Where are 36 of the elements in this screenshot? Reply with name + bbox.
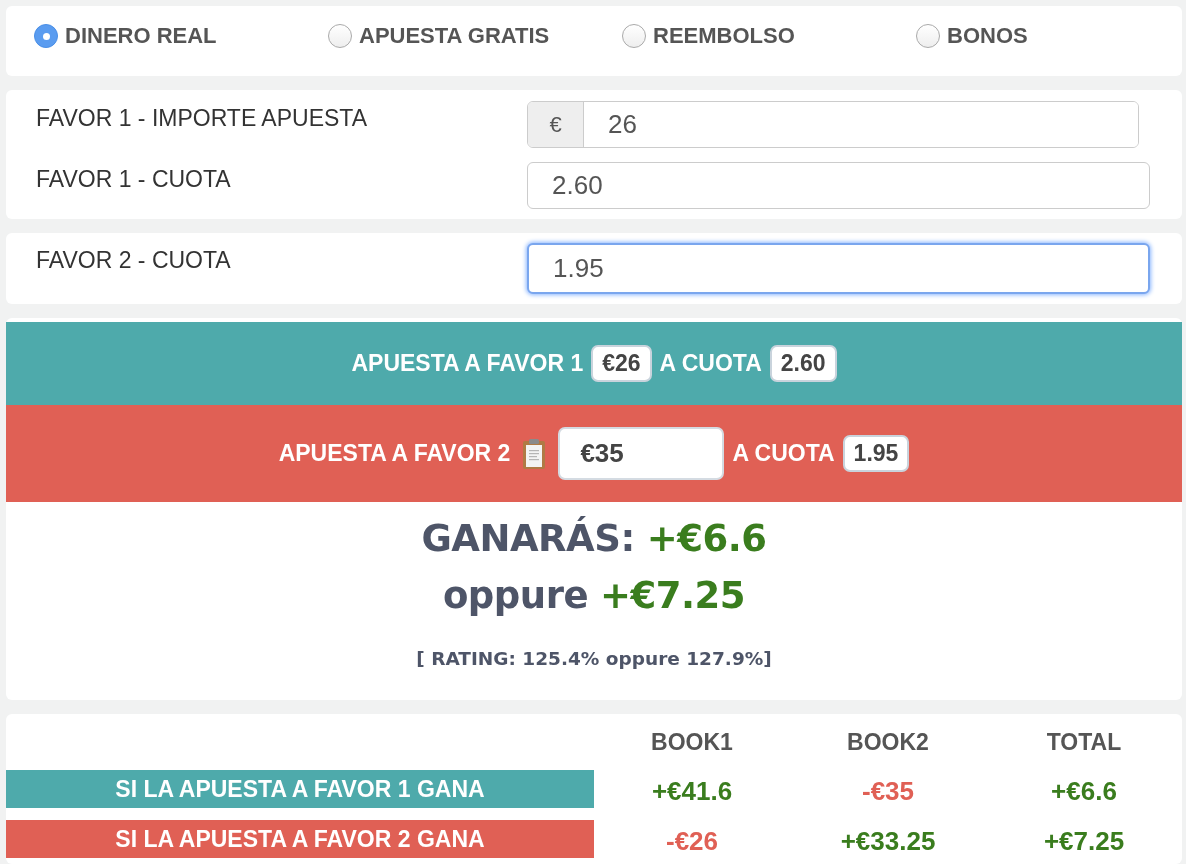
field-label: FAVOR 1 - CUOTA (36, 165, 232, 193)
outcome-label: SI LA APUESTA A FAVOR 2 GANA (6, 820, 594, 858)
bet-label: APUESTA A FAVOR 1 (351, 350, 584, 377)
odds-value: 2.60 (769, 345, 837, 382)
outcome-value: +€33.25 (840, 824, 936, 857)
amount-field[interactable]: € 26 (527, 101, 1139, 148)
outcome-value: -€35 (861, 774, 914, 807)
bet-type-option[interactable]: BONOS (916, 23, 1186, 49)
profit-label: GANARÁS: (421, 515, 635, 562)
rating-text: [ RATING: 125.4% oppure 127.9%] (416, 648, 772, 669)
stake-input[interactable]: €35 (558, 427, 725, 480)
profit-value: +€6.6 (646, 516, 767, 562)
column-header: BOOK1 (651, 727, 733, 756)
outcome-value: -€26 (665, 824, 718, 857)
odds-label: A CUOTA (732, 440, 835, 467)
alt-label: oppure (442, 573, 588, 619)
bet-type-option[interactable]: DINERO REAL (34, 23, 328, 49)
clipboard-icon (522, 437, 547, 470)
outcome-label: SI LA APUESTA A FAVOR 1 GANA (6, 770, 594, 808)
odds-input[interactable]: 2.60 (527, 162, 1150, 209)
field-label: FAVOR 2 - CUOTA (36, 246, 232, 274)
bet-type-option[interactable]: APUESTA GRATIS (328, 23, 622, 49)
bet-label: APUESTA A FAVOR 2 (278, 440, 511, 467)
alt-profit-value: +€7.25 (600, 573, 746, 619)
column-header: BOOK2 (847, 727, 929, 756)
column-header: TOTAL (1046, 727, 1122, 756)
currency-addon: € (528, 102, 584, 147)
stake-value: €26 (591, 345, 652, 382)
odds-value: 1.95 (842, 435, 910, 472)
field-label: FAVOR 1 - IMPORTE APUESTA (36, 104, 369, 132)
odds-input[interactable]: 1.95 (527, 243, 1150, 294)
bet-type-option[interactable]: REEMBOLSO (622, 23, 916, 49)
outcome-value: +€6.6 (1051, 774, 1117, 807)
outcome-value: +€41.6 (651, 774, 733, 807)
odds-label: A CUOTA (659, 350, 762, 377)
outcome-value: +€7.25 (1043, 824, 1125, 857)
